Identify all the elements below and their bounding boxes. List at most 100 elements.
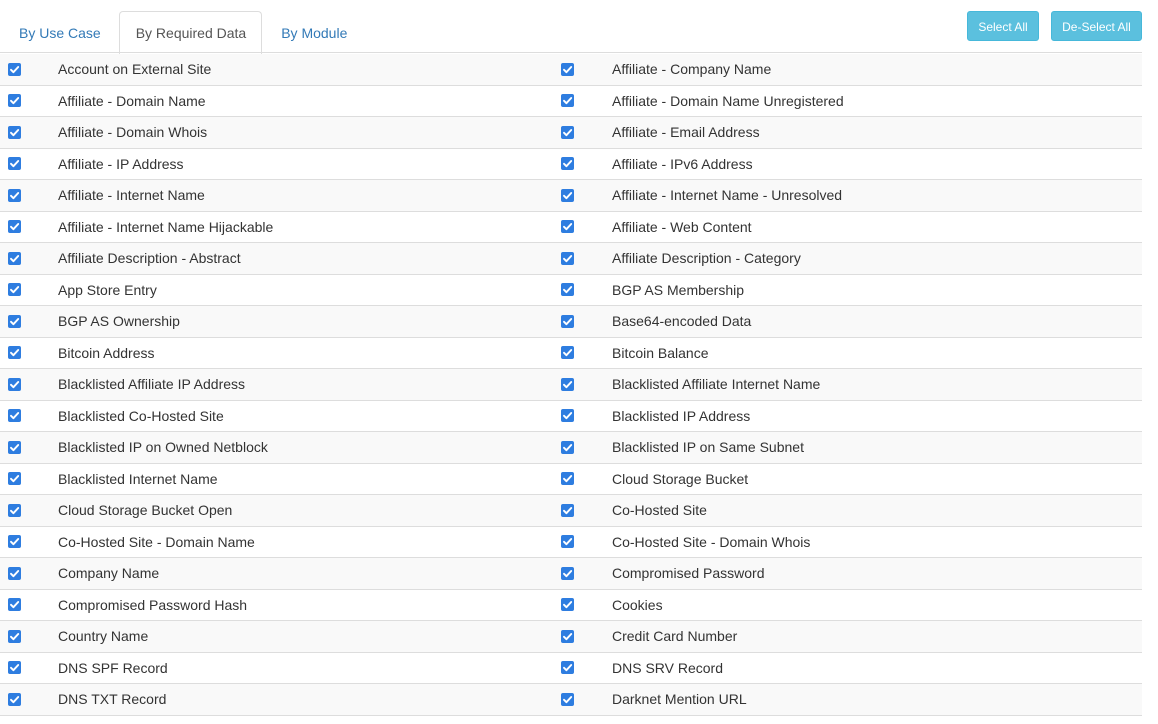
- data-type-label: Cloud Storage Bucket: [612, 470, 749, 487]
- checkmark-icon: [10, 506, 20, 514]
- data-type-label: Company Name: [58, 565, 160, 581]
- data-type-label: DNS SPF Record: [58, 659, 168, 676]
- checkmark-icon: [563, 317, 573, 325]
- checkmark-icon: [563, 97, 573, 105]
- data-type-checkbox[interactable]: [8, 62, 21, 76]
- data-type-label: Affiliate - Internet Name - Unresolved: [612, 187, 843, 203]
- data-type-checkbox[interactable]: [8, 125, 21, 139]
- data-type-checkbox[interactable]: [561, 220, 574, 233]
- table-row: BGP AS Ownership Base64-encoded Data: [0, 306, 1142, 338]
- table-row: Affiliate - IP Address Affiliate - IPv6 A…: [0, 148, 1142, 180]
- deselect-all-button[interactable]: De-Select All: [1051, 11, 1142, 41]
- checkmark-icon: [563, 443, 573, 451]
- data-type-label: Affiliate - Company Name: [612, 61, 772, 77]
- data-type-checkbox[interactable]: [8, 440, 21, 454]
- data-type-label: Blacklisted IP on Same Subnet: [612, 439, 804, 455]
- data-type-checkbox[interactable]: [8, 314, 21, 328]
- data-type-label: Cookies: [612, 596, 663, 613]
- data-type-label: Darknet Mention URL: [612, 691, 747, 707]
- data-type-label: Co-Hosted Site: [612, 502, 707, 518]
- data-type-checkbox[interactable]: [561, 598, 574, 611]
- checkmark-icon: [563, 223, 573, 231]
- data-type-label: Co-Hosted Site - Domain Name: [58, 533, 255, 550]
- data-type-label: Blacklisted IP on Owned Netblock: [58, 439, 268, 455]
- data-type-checkbox[interactable]: [561, 503, 574, 517]
- checkmark-icon: [563, 664, 573, 672]
- data-type-label: Affiliate - Internet Name Hijackable: [58, 218, 274, 235]
- table-row: Affiliate - Domain Whois Affiliate - Emai…: [0, 117, 1142, 149]
- data-type-checkbox[interactable]: [8, 220, 21, 233]
- table-row: Company Name Compromised Password: [0, 558, 1142, 590]
- data-type-checkbox[interactable]: [561, 377, 574, 391]
- data-type-checkbox[interactable]: [561, 283, 574, 296]
- data-type-checkbox[interactable]: [561, 188, 574, 202]
- data-type-checkbox[interactable]: [561, 535, 574, 548]
- checkmark-icon: [10, 664, 20, 672]
- data-type-label: Compromised Password: [612, 565, 765, 581]
- data-type-checkbox[interactable]: [8, 157, 21, 170]
- data-type-checkbox[interactable]: [561, 692, 574, 706]
- data-type-checkbox[interactable]: [8, 94, 21, 107]
- checkmark-icon: [563, 380, 573, 388]
- data-type-checkbox[interactable]: [561, 62, 574, 76]
- data-type-checkbox[interactable]: [8, 283, 21, 296]
- data-type-checkbox[interactable]: [561, 125, 574, 139]
- data-type-label: Affiliate - Domain Whois: [58, 124, 208, 140]
- data-type-checkbox[interactable]: [8, 598, 21, 611]
- data-type-label: Affiliate - Email Address: [612, 124, 760, 140]
- checkmark-icon: [563, 475, 573, 483]
- data-type-label: BGP AS Membership: [612, 281, 745, 298]
- data-type-label: Affiliate Description - Category: [612, 250, 801, 266]
- data-type-checkbox[interactable]: [8, 535, 21, 548]
- data-type-checkbox[interactable]: [8, 629, 21, 643]
- data-type-checkbox[interactable]: [8, 346, 21, 359]
- data-type-checkbox[interactable]: [8, 188, 21, 202]
- data-type-checkbox[interactable]: [8, 503, 21, 517]
- data-type-label: Blacklisted Internet Name: [58, 470, 218, 487]
- table-row: Compromised Password Hash Cookies: [0, 589, 1142, 621]
- data-type-checkbox[interactable]: [561, 346, 574, 359]
- checkmark-icon: [10, 695, 20, 703]
- table-row: Blacklisted Affiliate IP Address Blacklis…: [0, 369, 1142, 401]
- data-type-checkbox[interactable]: [8, 377, 21, 391]
- table-row: Country Name Credit Card Number: [0, 621, 1142, 653]
- data-type-checkbox[interactable]: [561, 440, 574, 454]
- data-type-label: Country Name: [58, 628, 149, 644]
- data-type-label: Affiliate - Domain Name: [58, 92, 206, 109]
- data-type-checkbox[interactable]: [561, 409, 574, 422]
- data-type-checkbox[interactable]: [561, 94, 574, 107]
- data-type-checkbox[interactable]: [8, 566, 21, 580]
- table-row: DNS TXT Record Darknet Mention URL: [0, 684, 1142, 716]
- checkmark-icon: [563, 538, 573, 546]
- data-type-label: App Store Entry: [58, 281, 157, 298]
- data-type-checkbox[interactable]: [561, 629, 574, 643]
- table-row: Affiliate - Internet Name Affiliate - Int…: [0, 180, 1142, 212]
- data-type-checkbox[interactable]: [8, 409, 21, 422]
- data-type-checkbox[interactable]: [561, 566, 574, 580]
- checkmark-icon: [10, 128, 20, 136]
- data-type-checkbox[interactable]: [8, 251, 21, 265]
- tab-by-use-case[interactable]: By Use Case: [2, 11, 117, 52]
- data-type-checkbox[interactable]: [8, 472, 21, 485]
- data-type-label: Blacklisted IP Address: [612, 407, 751, 424]
- data-type-checkbox[interactable]: [561, 314, 574, 328]
- table-row: Blacklisted Internet Name Cloud Storage B…: [0, 463, 1142, 495]
- data-type-label: Cloud Storage Bucket Open: [58, 502, 233, 518]
- checkmark-icon: [563, 412, 573, 420]
- data-type-checkbox[interactable]: [561, 157, 574, 170]
- checkmark-icon: [563, 569, 573, 577]
- select-all-button[interactable]: Select All: [967, 11, 1039, 41]
- data-type-checkbox[interactable]: [8, 661, 21, 674]
- tab-by-module[interactable]: By Module: [264, 11, 363, 52]
- required-data-table: Account on External Site Affiliate - Comp…: [0, 54, 1142, 716]
- table-row: Account on External Site Affiliate - Comp…: [0, 54, 1142, 86]
- tab-by-required-data[interactable]: By Required Data: [118, 11, 263, 54]
- checkmark-icon: [563, 191, 573, 199]
- data-type-label: DNS TXT Record: [58, 691, 167, 707]
- data-type-checkbox[interactable]: [561, 472, 574, 485]
- data-type-label: Compromised Password Hash: [58, 596, 248, 613]
- data-type-checkbox[interactable]: [561, 251, 574, 265]
- data-type-checkbox[interactable]: [8, 692, 21, 706]
- data-type-checkbox[interactable]: [561, 661, 574, 674]
- checkmark-icon: [10, 569, 20, 577]
